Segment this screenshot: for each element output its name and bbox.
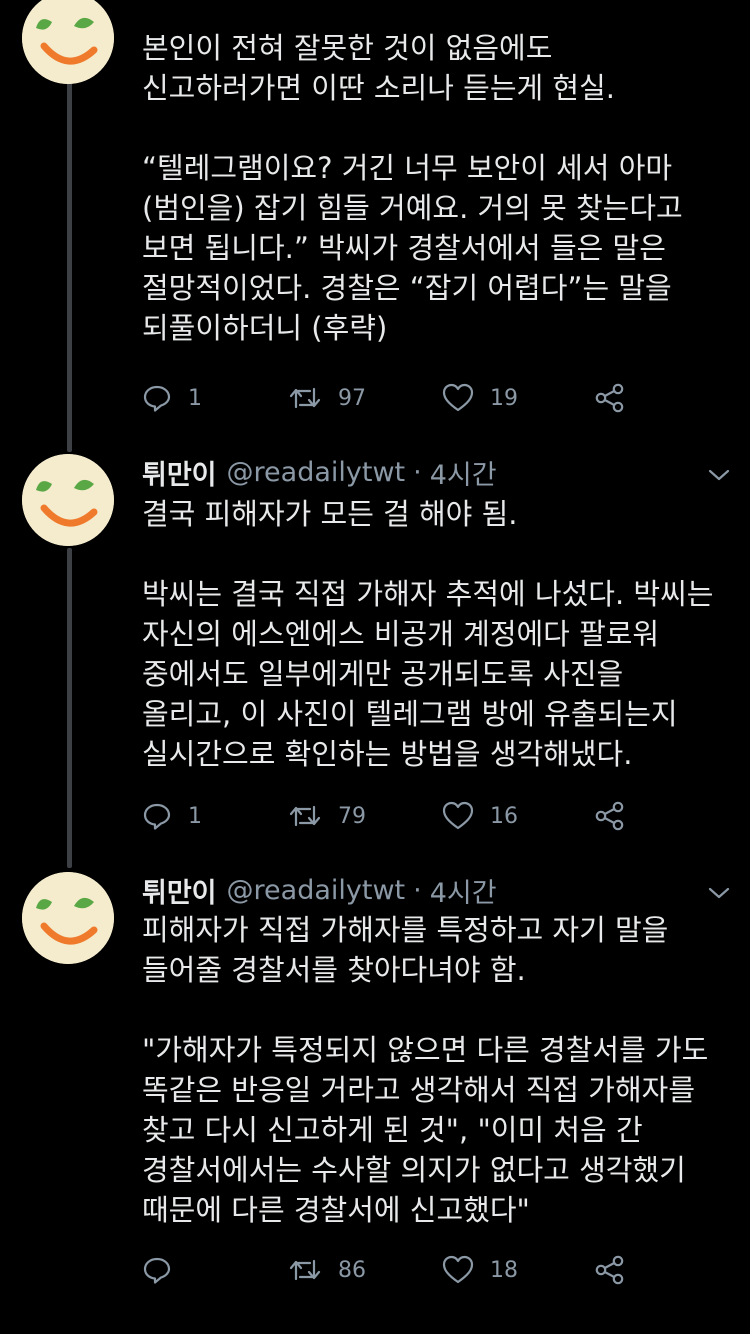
- like-button[interactable]: 16: [442, 796, 518, 836]
- like-count: 16: [490, 803, 518, 829]
- share-button[interactable]: [594, 1250, 642, 1290]
- timestamp[interactable]: 4시간: [430, 871, 497, 910]
- reply-count: 1: [188, 803, 202, 829]
- share-icon: [595, 383, 624, 413]
- like-count: 18: [490, 1257, 518, 1283]
- tweet[interactable]: 튀만이 @readailytwt · 4시간 결국 피해자가 모든 걸 해야 됨…: [0, 452, 750, 852]
- like-icon: [442, 801, 474, 830]
- tweet-text: 결국 피해자가 모든 걸 해야 됨. 박씨는 결국 직접 가해자 추적에 나섰다…: [142, 497, 714, 771]
- reply-count: 1: [188, 385, 202, 411]
- avatar[interactable]: [22, 0, 114, 84]
- retweet-count: 79: [338, 803, 366, 829]
- reply-button[interactable]: 1: [142, 378, 202, 418]
- user-handle[interactable]: @readailytwt: [227, 457, 406, 488]
- like-icon: [442, 1255, 474, 1284]
- separator-dot: ·: [413, 456, 422, 488]
- reply-button[interactable]: 1: [142, 796, 202, 836]
- timestamp[interactable]: 4시간: [430, 453, 497, 492]
- tweet[interactable]: 튀만이 @readailytwt · 4시간 피해자가 직접 가해자를 특정하고…: [0, 870, 750, 1334]
- tweet-actions: 1 79 16: [140, 796, 740, 836]
- retweet-icon: [289, 805, 321, 827]
- more-options-button[interactable]: [704, 460, 734, 490]
- share-icon: [595, 801, 624, 831]
- tweet-text: 본인이 전혀 잘못한 것이 없음에도 신고하러가면 이딴 소리나 듣는게 현실.…: [142, 31, 683, 345]
- avatar[interactable]: [22, 454, 114, 546]
- tweet[interactable]: 본인이 전혀 잘못한 것이 없음에도 신고하러가면 이딴 소리나 듣는게 현실.…: [0, 0, 750, 440]
- reply-icon: [143, 1257, 171, 1284]
- retweet-count: 97: [338, 385, 366, 411]
- retweet-count: 86: [338, 1257, 366, 1283]
- retweet-button[interactable]: 86: [288, 1250, 366, 1290]
- smiley-avatar-icon: [22, 0, 114, 84]
- reply-icon: [143, 385, 171, 412]
- more-options-button[interactable]: [704, 878, 734, 908]
- avatar[interactable]: [22, 872, 114, 964]
- share-button[interactable]: [594, 796, 642, 836]
- like-button[interactable]: 19: [442, 378, 518, 418]
- tweet-header: 튀만이 @readailytwt · 4시간: [142, 870, 497, 910]
- separator-dot: ·: [413, 874, 422, 906]
- display-name[interactable]: 튀만이: [142, 453, 217, 492]
- like-button[interactable]: 18: [442, 1250, 518, 1290]
- share-icon: [595, 1255, 624, 1285]
- smiley-avatar-icon: [22, 454, 114, 546]
- share-button[interactable]: [594, 378, 642, 418]
- reply-button[interactable]: [142, 1250, 188, 1290]
- display-name[interactable]: 튀만이: [142, 871, 217, 910]
- retweet-icon: [289, 387, 321, 409]
- user-handle[interactable]: @readailytwt: [227, 875, 406, 906]
- tweet-text: 피해자가 직접 가해자를 특정하고 자기 말을 들어줄 경찰서를 찾아다녀야 함…: [142, 913, 709, 1227]
- reply-icon: [143, 803, 171, 830]
- retweet-icon: [289, 1259, 321, 1281]
- chevron-down-icon: [708, 469, 730, 481]
- retweet-button[interactable]: 97: [288, 378, 366, 418]
- retweet-button[interactable]: 79: [288, 796, 366, 836]
- like-icon: [442, 383, 474, 412]
- tweet-header: 튀만이 @readailytwt · 4시간: [142, 452, 497, 492]
- tweet-actions: 86 18: [140, 1250, 740, 1290]
- smiley-avatar-icon: [22, 872, 114, 964]
- tweet-actions: 1 97 19: [140, 378, 740, 418]
- like-count: 19: [490, 385, 518, 411]
- chevron-down-icon: [708, 887, 730, 899]
